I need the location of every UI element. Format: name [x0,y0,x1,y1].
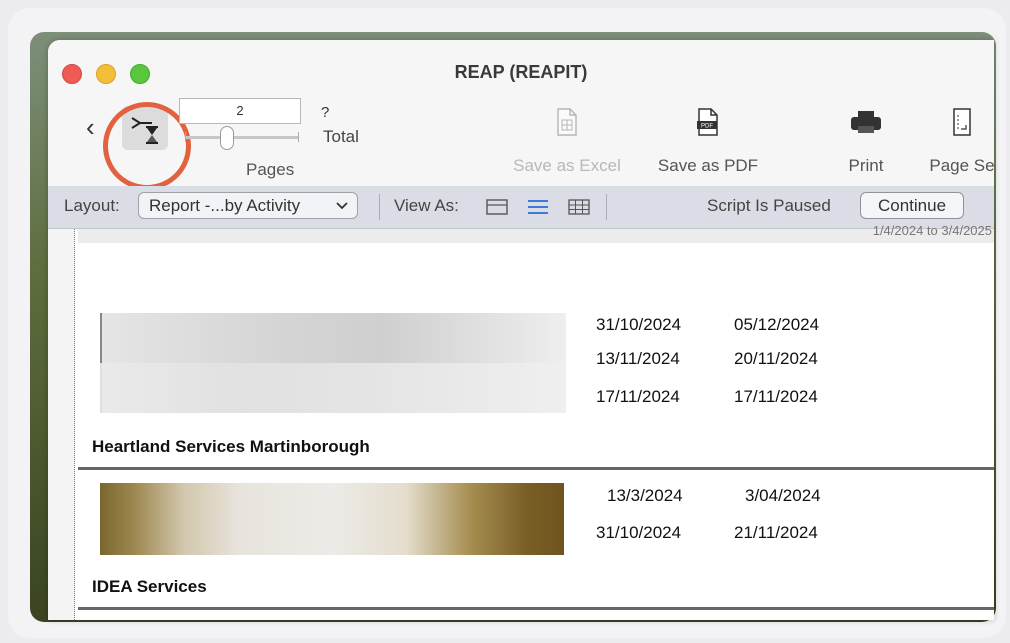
slider-tick [298,132,299,142]
layout-label: Layout: [64,196,120,215]
print-button[interactable]: Print [828,102,904,176]
page-setup-icon [953,108,971,136]
page-slider-thumb[interactable] [220,126,234,150]
save-as-pdf-button[interactable]: PDF Save as PDF [650,102,766,176]
report-header-fragment: 1/4/2024 to 3/4/2025 [872,223,992,238]
continue-button[interactable]: Continue [860,192,964,219]
report-content: 1/4/2024 to 3/4/2025 31/10/2024 05/12/20… [48,223,994,620]
report-header-band: 1/4/2024 to 3/4/2025 [78,223,994,243]
script-status-text: Script Is Paused [707,196,831,215]
list-view-icon[interactable] [527,198,549,216]
page-setup-button[interactable]: Page Se [922,102,994,176]
pages-label: Pages [246,160,295,179]
highlight-annotation-circle [103,102,191,190]
layout-select-value: Report -...by Activity [149,196,301,215]
divider [379,194,380,220]
redacted-content-block [100,363,564,413]
print-label: Print [848,156,884,175]
table-view-icon[interactable] [568,198,590,216]
slider-tick [185,132,186,142]
start-date: 17/11/2024 [596,387,680,406]
start-date: 31/10/2024 [596,315,682,334]
page-setup-label: Page Se [929,156,994,175]
divider [606,194,607,220]
end-date: 17/11/2024 [734,387,818,406]
redacted-content-block [100,483,564,555]
app-window: REAP (REAPIT) ‹ 2 ? Total Pages Save as … [48,40,994,620]
provider-name: IDEA Services [92,577,207,596]
end-date: 20/11/2024 [734,349,818,368]
pdf-document-icon: PDF [697,108,718,136]
group-divider [78,467,994,470]
page-slider-track[interactable] [185,136,299,139]
start-date: 13/3/2024 [607,486,683,505]
report-left-margin [48,229,75,620]
printer-icon [851,111,881,133]
end-date: 3/04/2024 [745,486,821,505]
start-date: 13/11/2024 [596,349,680,368]
form-view-icon[interactable] [486,198,508,216]
save-as-excel-button[interactable]: Save as Excel [504,102,630,176]
save-as-pdf-label: Save as PDF [657,156,759,175]
svg-text:PDF: PDF [701,124,713,130]
page-total-value: ? [321,104,330,121]
chevron-down-icon [336,202,348,210]
save-as-excel-label: Save as Excel [513,156,621,175]
excel-document-icon [557,108,577,136]
end-date: 05/12/2024 [734,315,820,334]
window-toolbar: REAP (REAPIT) ‹ 2 ? Total Pages Save as … [48,40,994,190]
start-date: 31/10/2024 [596,523,682,542]
end-date: 21/11/2024 [734,523,818,542]
layout-bar: Layout: Report -...by Activity View As: … [48,186,994,229]
window-title: REAP (REAPIT) [454,62,588,82]
page-number-input[interactable]: 2 [179,98,301,124]
group-divider [78,607,994,610]
chevron-left-icon[interactable]: ‹ [86,114,95,140]
total-label: Total [323,127,359,146]
provider-name: Heartland Services Martinborough [92,437,370,456]
layout-select[interactable]: Report -...by Activity [138,192,358,219]
view-as-label: View As: [394,196,459,215]
